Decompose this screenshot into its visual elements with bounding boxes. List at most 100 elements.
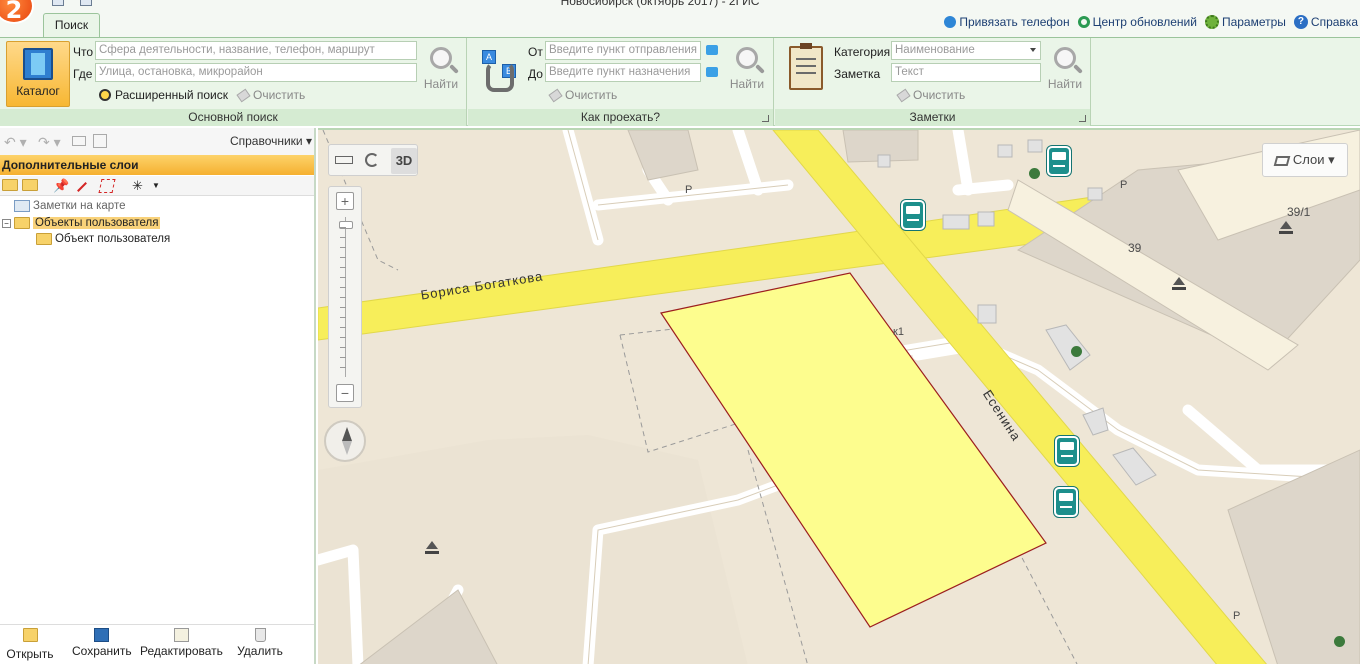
catalog-label: Каталог — [16, 84, 60, 98]
help-icon: ? — [1293, 15, 1308, 29]
compass-icon[interactable] — [324, 420, 366, 462]
link-label: Привязать телефон — [959, 15, 1070, 29]
link-settings[interactable]: Параметры — [1204, 15, 1286, 29]
pencil-edit-icon — [173, 628, 189, 642]
search-button[interactable]: Найти — [421, 42, 461, 98]
poi-marker-icon[interactable] — [425, 540, 439, 554]
route-search-button[interactable]: Найти — [727, 42, 767, 98]
group-route: A B От Введите пункт отправления До Введ… — [468, 38, 774, 126]
advanced-search-icon — [99, 89, 111, 101]
polygon-tool-icon[interactable] — [98, 179, 116, 193]
group-launcher-icon[interactable] — [762, 115, 769, 122]
group-label-route: Как проехать? — [468, 109, 773, 126]
poi-marker-icon[interactable] — [1172, 276, 1186, 290]
refresh-icon — [1077, 16, 1090, 28]
tab-search[interactable]: Поиск — [43, 13, 100, 38]
save-button[interactable]: Сохранить — [72, 628, 132, 658]
bus-stop-icon[interactable] — [1047, 146, 1071, 176]
notes-clear-button[interactable]: Очистить — [896, 88, 966, 102]
route-clear-label: Очистить — [565, 88, 618, 102]
new-folder-icon[interactable] — [22, 179, 38, 191]
title-bar: 2 Новосибирск (октябрь 2017) - 2ГИС — [0, 0, 1360, 24]
catalog-book-icon — [23, 48, 53, 80]
link-help[interactable]: ? Справка — [1293, 15, 1358, 29]
where-input[interactable]: Улица, остановка, микрорайон — [95, 63, 417, 82]
open-button[interactable]: Открыть — [6, 628, 54, 661]
route-from-pick-icon[interactable] — [706, 45, 718, 55]
references-label: Справочники — [229, 134, 303, 148]
route-clear-button[interactable]: Очистить — [548, 88, 618, 102]
star-settings-icon[interactable]: ✳ — [132, 179, 146, 193]
magnifier-icon — [430, 47, 452, 69]
zoom-in-button[interactable]: + — [336, 192, 354, 210]
chevron-down-icon[interactable]: ▼ — [152, 179, 166, 193]
forward-arrow-icon[interactable]: ↷ ▾ — [38, 134, 61, 151]
folder-icon — [36, 233, 52, 245]
where-label: Где — [73, 67, 93, 81]
eraser-icon — [236, 88, 251, 102]
open-folder-icon[interactable] — [2, 179, 18, 191]
notes-clear-label: Очистить — [913, 88, 966, 102]
line-tool-icon[interactable] — [77, 182, 87, 192]
tree-item-label: Заметки на карте — [33, 200, 126, 212]
zoom-control: + − — [328, 186, 362, 408]
magnifier-icon — [1054, 47, 1076, 69]
left-panel-toolbar: ↶ ▾ ↷ ▾ Справочники ▾ — [0, 128, 314, 155]
parking-label: Р — [685, 184, 693, 196]
delete-button[interactable]: Удалить — [234, 628, 286, 658]
magnifier-icon — [736, 47, 758, 69]
open-label: Открыть — [6, 647, 54, 661]
green-poi-icon[interactable] — [1334, 636, 1345, 647]
group-notes: Категория Наименование Заметка Текст Най… — [775, 38, 1091, 126]
bus-stop-icon[interactable] — [901, 200, 925, 230]
note-input[interactable]: Текст — [891, 63, 1041, 82]
list-view-icon[interactable] — [72, 136, 86, 146]
link-bind-phone[interactable]: Привязать телефон — [944, 15, 1070, 29]
pin-icon[interactable]: 📌 — [53, 179, 69, 193]
left-panel: ↶ ▾ ↷ ▾ Справочники ▾ Дополнительные сло… — [0, 128, 316, 664]
zoom-out-button[interactable]: − — [336, 384, 354, 402]
note-label: Заметка — [834, 67, 881, 81]
ribbon: Каталог Что Сфера деятельности, название… — [0, 37, 1360, 126]
layers-label: Слои — [1292, 152, 1325, 167]
layers-button[interactable]: Слои ▾ — [1262, 143, 1348, 177]
green-poi-icon[interactable] — [1029, 168, 1040, 179]
dropdown-arrow-icon — [1030, 48, 1036, 52]
link-label: Справка — [1310, 15, 1358, 29]
collapse-toggle-icon[interactable]: − — [2, 218, 11, 228]
notes-layer-icon — [14, 200, 30, 212]
tree-item-user-objects[interactable]: − Объекты пользователя — [2, 217, 161, 229]
map-canvas[interactable] — [318, 130, 1360, 664]
3d-toggle-button[interactable]: 3D — [391, 148, 417, 174]
tree-view-icon[interactable] — [93, 134, 107, 148]
advanced-search-button[interactable]: Расширенный поиск — [99, 88, 228, 102]
advanced-search-label: Расширенный поиск — [115, 88, 228, 102]
tree-item-user-object[interactable]: Объект пользователя — [36, 233, 170, 245]
group-launcher-icon[interactable] — [1079, 115, 1086, 122]
rotate-icon[interactable] — [365, 153, 379, 167]
what-input[interactable]: Сфера деятельности, название, телефон, м… — [95, 41, 417, 60]
ruler-icon[interactable] — [335, 156, 353, 164]
clear-label: Очистить — [253, 88, 306, 102]
from-label: От — [528, 45, 543, 59]
catalog-button[interactable]: Каталог — [6, 41, 70, 107]
notes-search-button[interactable]: Найти — [1045, 42, 1085, 98]
link-update-center[interactable]: Центр обновлений — [1077, 15, 1197, 29]
left-panel-actions: Открыть Сохранить Редактировать Удалить — [0, 624, 314, 664]
references-menu[interactable]: Справочники ▾ — [230, 134, 312, 148]
to-input[interactable]: Введите пункт назначения — [545, 63, 701, 82]
edit-button[interactable]: Редактировать — [140, 628, 223, 658]
poi-marker-icon[interactable] — [1279, 220, 1293, 234]
floppy-disk-icon — [93, 628, 109, 642]
clear-button[interactable]: Очистить — [236, 88, 306, 102]
category-select[interactable]: Наименование — [891, 41, 1041, 60]
green-poi-icon[interactable] — [1071, 346, 1082, 357]
bus-stop-icon[interactable] — [1055, 436, 1079, 466]
map-view[interactable]: Бориса Богаткова Есенина Р Р Р 39/1 39 к… — [318, 128, 1360, 664]
route-to-pick-icon[interactable] — [706, 67, 718, 77]
bus-stop-icon[interactable] — [1054, 487, 1078, 517]
tree-item-map-notes[interactable]: Заметки на карте — [14, 200, 125, 212]
from-input[interactable]: Введите пункт отправления — [545, 41, 701, 60]
back-arrow-icon[interactable]: ↶ ▾ — [4, 134, 27, 151]
group-main-search: Каталог Что Сфера деятельности, название… — [0, 38, 467, 126]
